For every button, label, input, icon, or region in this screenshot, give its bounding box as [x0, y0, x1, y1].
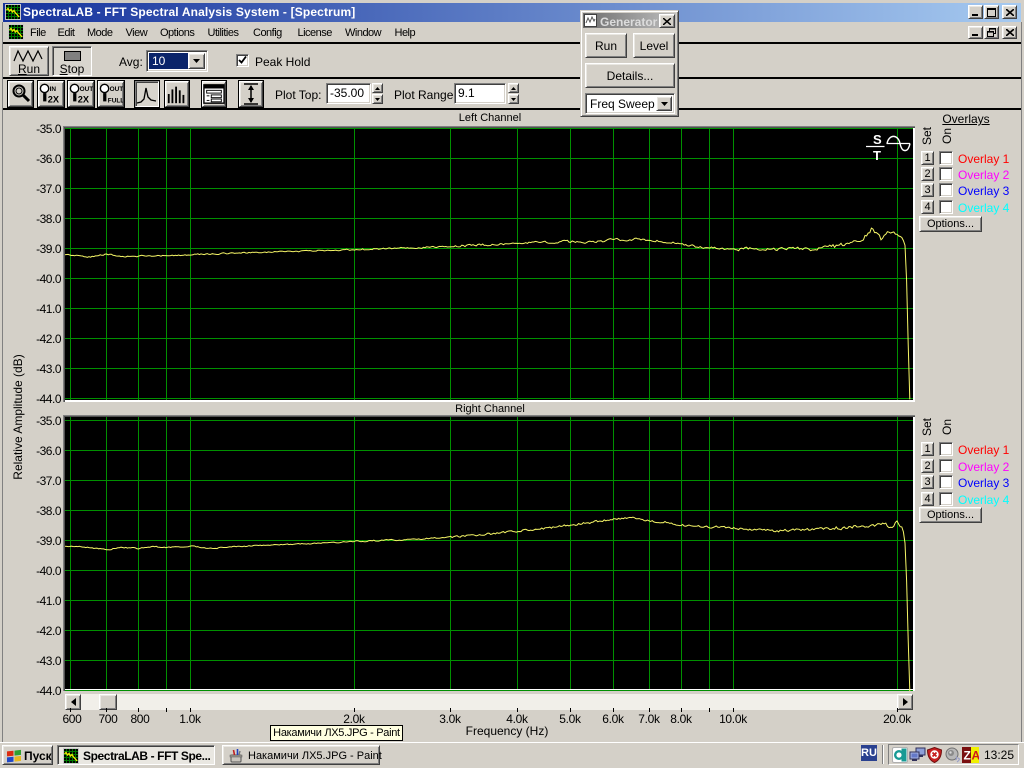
svg-text:FULL: FULL [108, 97, 123, 104]
svg-text:S: S [873, 132, 882, 147]
svg-text:2X: 2X [78, 94, 90, 104]
svg-text:2X: 2X [48, 94, 60, 104]
svg-text:OUT: OUT [80, 86, 93, 93]
svg-text:Z: Z [964, 749, 971, 763]
svg-text:OUT: OUT [110, 86, 123, 93]
svg-text:T: T [873, 148, 881, 163]
svg-text:A: A [972, 749, 980, 763]
svg-text:IN: IN [50, 86, 57, 93]
